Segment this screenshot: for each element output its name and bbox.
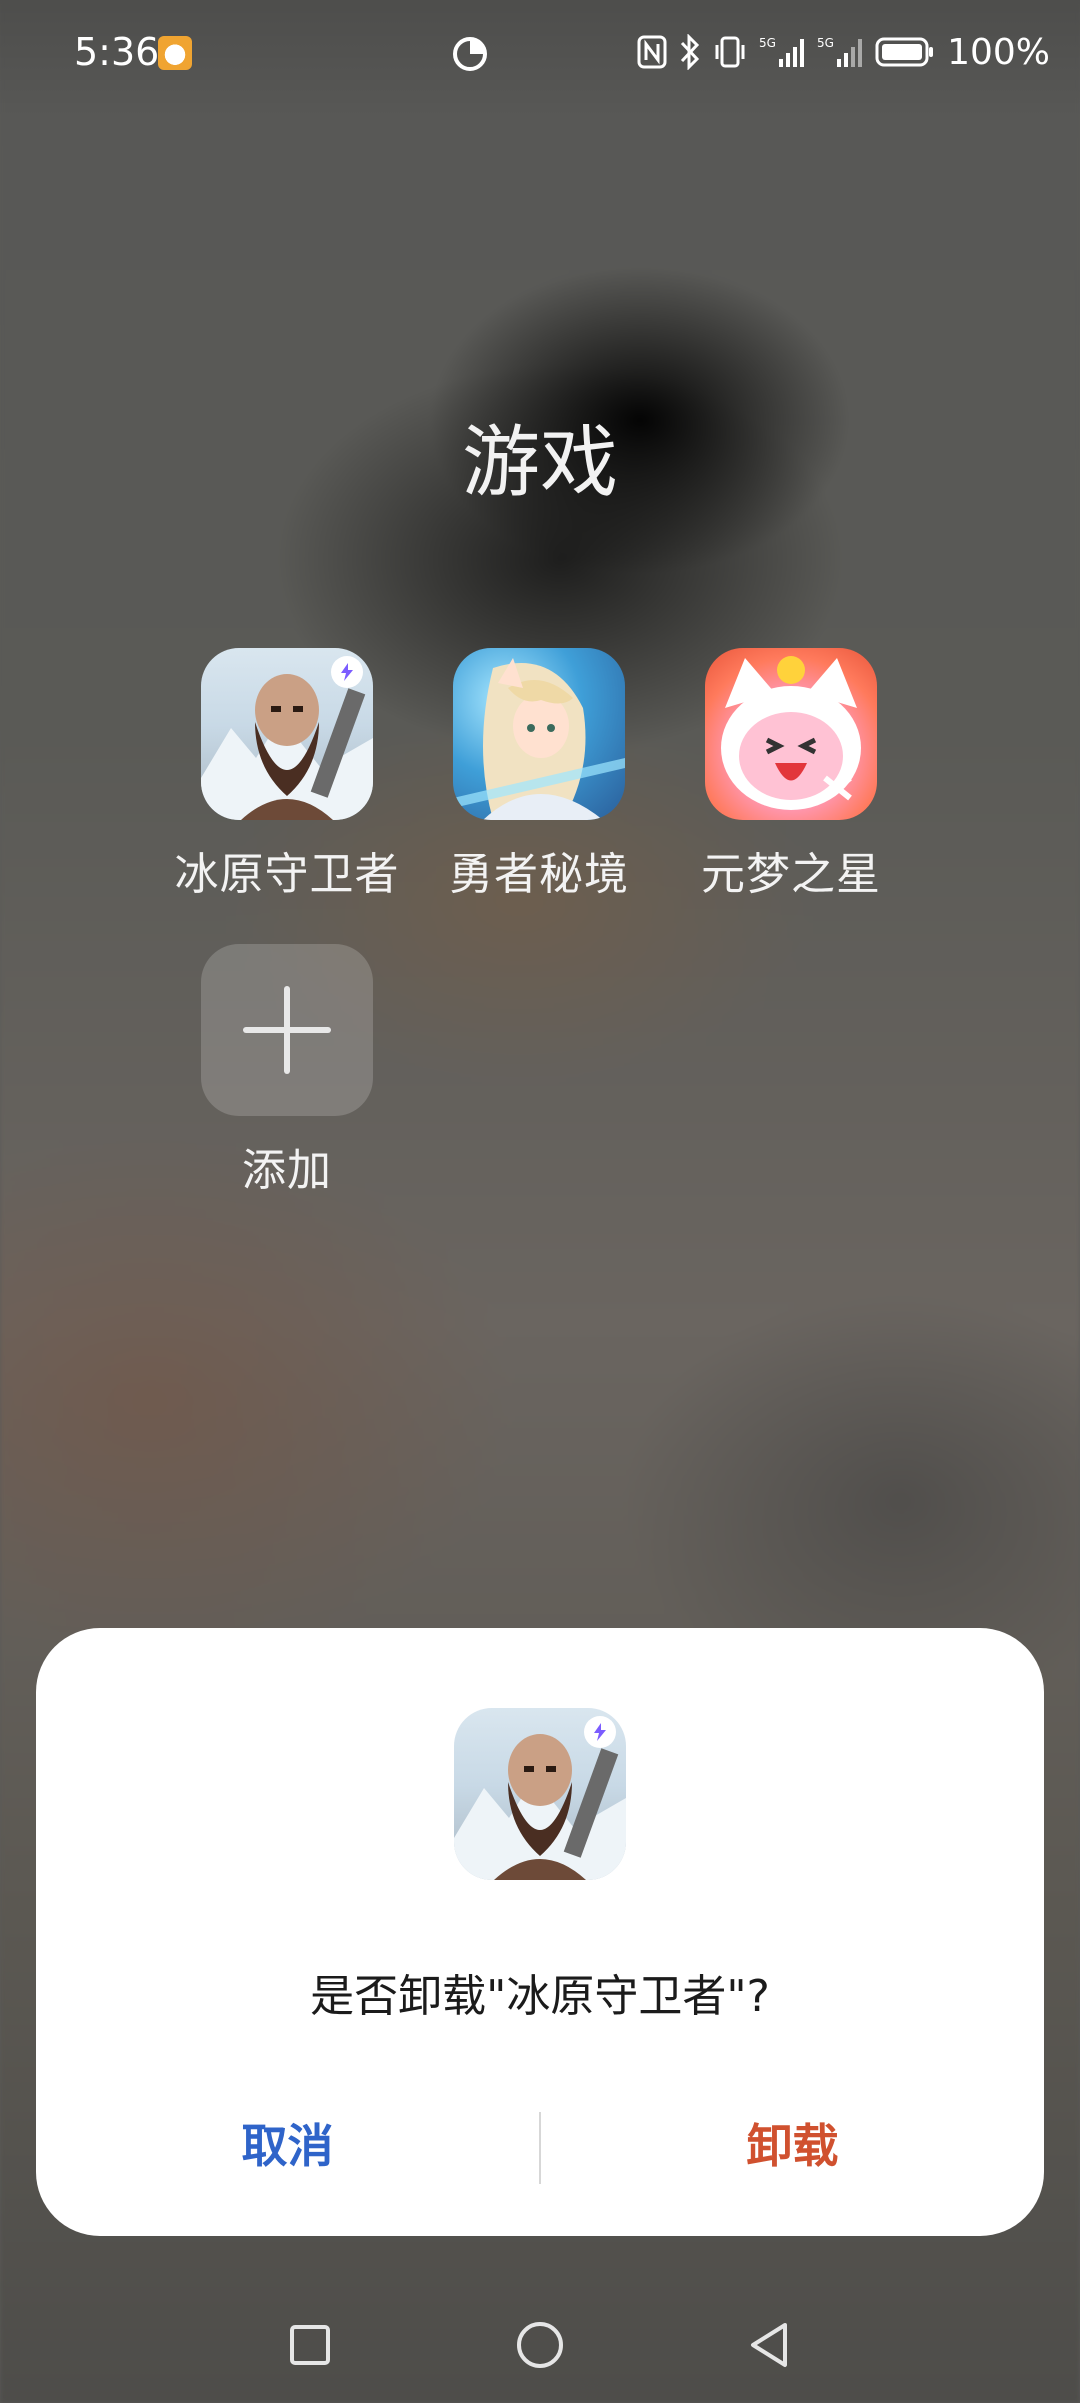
status-time: 5:36 <box>74 30 160 74</box>
battery-percent: 100% <box>947 31 1050 73</box>
uninstall-button[interactable]: 卸载 <box>541 2096 1044 2196</box>
app-yongzhe-mijing[interactable]: 勇者秘境 <box>409 648 669 902</box>
navigation-bar <box>0 2300 1080 2390</box>
status-right-cluster: 5G 5G 100% <box>637 30 1050 74</box>
add-label: 添加 <box>242 1145 332 1196</box>
cancel-button[interactable]: 取消 <box>36 2096 539 2196</box>
lightning-badge-icon <box>584 1716 616 1748</box>
app-label: 元梦之星 <box>701 849 881 900</box>
add-app-button[interactable]: 添加 <box>157 944 417 1198</box>
uninstall-dialog: 是否卸载"冰原守卫者"? 取消 卸载 <box>36 1628 1044 2236</box>
signal-5g-1-icon: 5G <box>759 35 805 69</box>
app-yuanmeng-zhixing[interactable]: 元梦之星 <box>661 648 921 902</box>
bluetooth-icon <box>679 34 701 70</box>
status-bar: 5:36 5G 5G 100% <box>0 0 1080 110</box>
battery-icon <box>875 36 935 68</box>
app-notification-icon <box>158 36 192 70</box>
signal-5g-2-icon: 5G <box>817 35 863 69</box>
recents-square-icon[interactable] <box>265 2300 355 2390</box>
yongzhe-mijing-icon[interactable] <box>453 648 625 820</box>
yuanmeng-zhixing-icon[interactable] <box>705 648 877 820</box>
dialog-button-row: 取消 卸载 <box>36 2096 1044 2196</box>
plus-icon[interactable] <box>201 944 373 1116</box>
nfc-icon <box>637 35 667 69</box>
svg-text:5G: 5G <box>759 36 776 50</box>
lightning-badge-icon <box>331 656 363 688</box>
home-circle-icon[interactable] <box>495 2300 585 2390</box>
app-binyuan-shouweizhe[interactable]: 冰原守卫者 <box>157 648 417 902</box>
binyuan-shouweizhe-icon <box>454 1708 626 1880</box>
svg-text:5G: 5G <box>817 36 834 50</box>
vibrate-icon <box>713 35 747 69</box>
folder-title[interactable]: 游戏 <box>0 400 1080 512</box>
data-saver-icon <box>450 34 490 74</box>
dialog-message: 是否卸载"冰原守卫者"? <box>310 1971 770 2022</box>
back-triangle-icon[interactable] <box>724 2300 814 2390</box>
binyuan-shouweizhe-icon[interactable] <box>201 648 373 820</box>
app-label: 冰原守卫者 <box>174 849 400 900</box>
app-label: 勇者秘境 <box>449 849 629 900</box>
